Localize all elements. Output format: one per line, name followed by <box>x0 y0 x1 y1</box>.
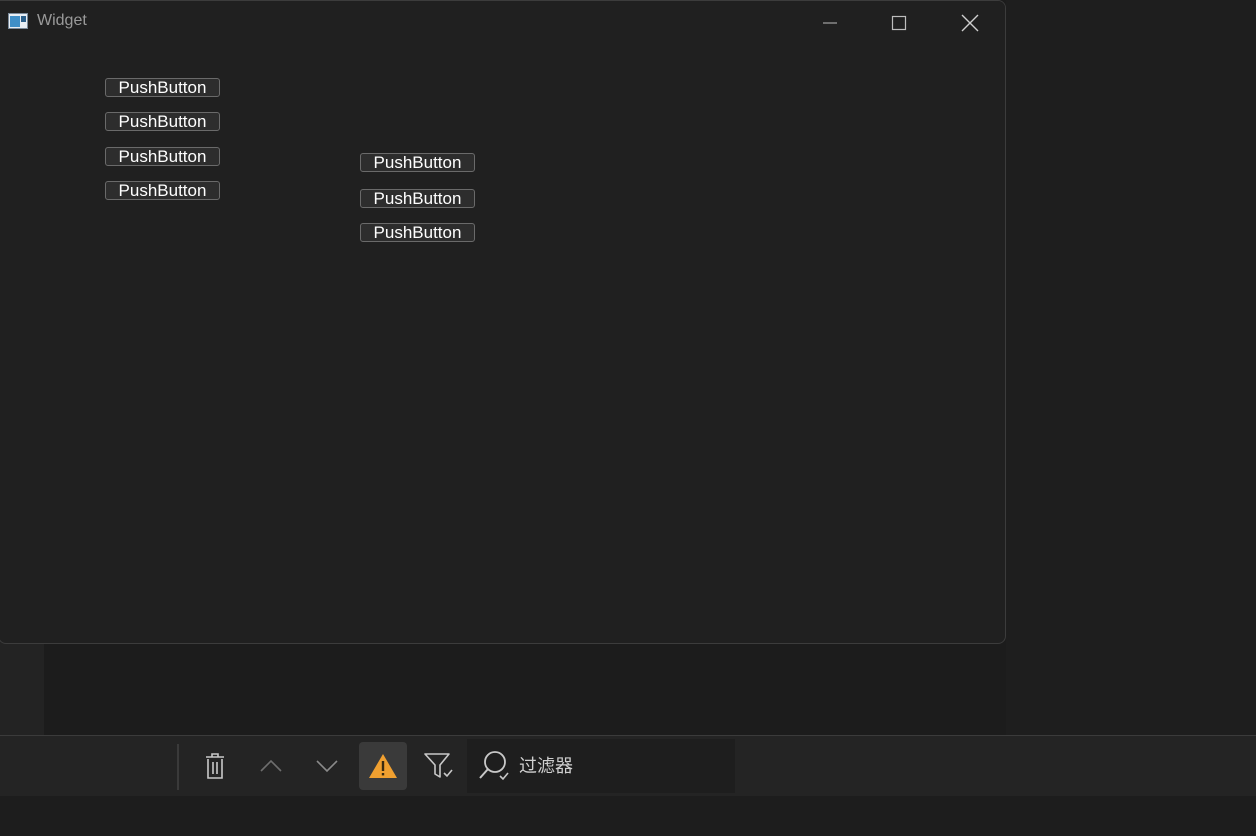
maximize-icon <box>891 15 907 31</box>
title-bar[interactable]: Widget <box>0 1 1005 43</box>
warning-icon <box>369 754 397 778</box>
ide-editor-area <box>1006 0 1256 735</box>
push-button-right-1[interactable]: PushButton <box>360 153 475 172</box>
warnings-toggle-button[interactable] <box>359 742 407 790</box>
next-button[interactable] <box>303 742 351 790</box>
output-toolbar <box>0 735 1256 797</box>
close-button[interactable] <box>947 7 993 39</box>
widget-window: Widget PushButton PushButton PushButton … <box>0 0 1006 644</box>
push-button-left-2[interactable]: PushButton <box>105 112 220 131</box>
minimize-icon <box>823 22 837 24</box>
status-area <box>0 796 1256 836</box>
window-title: Widget <box>37 12 87 29</box>
filter-input[interactable] <box>519 753 719 779</box>
toolbar-separator <box>177 744 179 790</box>
push-button-left-4[interactable]: PushButton <box>105 181 220 200</box>
push-button-left-3[interactable]: PushButton <box>105 147 220 166</box>
ide-gutter <box>0 640 44 735</box>
previous-button[interactable] <box>247 742 295 790</box>
push-button-right-3[interactable]: PushButton <box>360 223 475 242</box>
filter-options-button[interactable] <box>415 742 463 790</box>
close-icon <box>961 14 979 32</box>
chevron-down-icon <box>316 760 338 773</box>
clear-button[interactable] <box>191 742 239 790</box>
push-button-left-1[interactable]: PushButton <box>105 78 220 97</box>
push-button-right-2[interactable]: PushButton <box>360 189 475 208</box>
app-icon <box>8 13 28 29</box>
trash-icon <box>206 753 224 779</box>
search-icon <box>479 751 509 781</box>
chevron-up-icon <box>260 759 282 772</box>
filter-icon <box>424 753 453 778</box>
minimize-button[interactable] <box>807 7 853 39</box>
maximize-button[interactable] <box>876 7 922 39</box>
filter-field[interactable] <box>467 739 735 793</box>
